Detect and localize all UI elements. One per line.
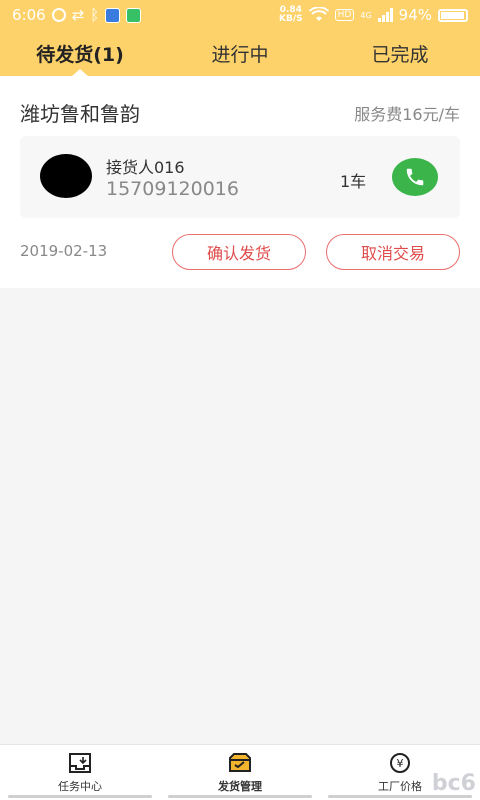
battery-icon <box>438 8 468 22</box>
bottom-nav: 任务中心 发货管理 ¥ 工厂价格 bc6 <box>0 744 480 800</box>
signal-icon <box>377 8 393 22</box>
network-speed: 0.84 KB/S <box>279 5 303 24</box>
tab-in-progress[interactable]: 进行中 <box>160 30 320 76</box>
receiver-name: 接货人016 <box>106 158 185 177</box>
status-time: 6:06 <box>12 6 46 24</box>
battery-percent: 94% <box>398 6 432 24</box>
shield-app-icon <box>105 7 121 23</box>
status-bar: 6:06 ⇄ ᛒ 0.84 KB/S HD 4G 94% <box>0 0 480 30</box>
cancel-transaction-button[interactable]: 取消交易 <box>326 234 460 270</box>
tab-pending-shipment[interactable]: 待发货(1) <box>0 30 160 76</box>
wifi-icon <box>308 7 329 21</box>
order-card: 潍坊鲁和鲁韵 服务费16元/车 接货人016 15709120016 1车 20… <box>0 76 480 288</box>
hd-badge: HD <box>334 9 355 21</box>
bluetooth-icon: ᛒ <box>90 6 100 24</box>
nav-label-shipment-management: 发货管理 <box>218 779 262 793</box>
watermark: bc6 <box>431 771 476 796</box>
sync-icon: ⇄ <box>71 6 85 24</box>
nav-label-factory-price: 工厂价格 <box>378 779 422 793</box>
phone-icon <box>406 168 424 186</box>
yen-icon: ¥ <box>387 752 413 774</box>
company-name: 潍坊鲁和鲁韵 <box>20 102 140 126</box>
order-date: 2019-02-13 <box>20 242 108 260</box>
truck-box-icon <box>227 752 253 774</box>
order-tabs: 待发货(1) 进行中 已完成 <box>0 30 480 76</box>
network-type: 4G <box>360 10 372 20</box>
call-button[interactable] <box>392 158 438 196</box>
tab-completed[interactable]: 已完成 <box>320 30 480 76</box>
receiver-panel: 接货人016 15709120016 1车 <box>20 136 460 218</box>
message-app-icon <box>126 7 142 23</box>
inbox-icon <box>67 752 93 774</box>
confirm-shipment-button[interactable]: 确认发货 <box>172 234 306 270</box>
nav-task-center[interactable]: 任务中心 <box>0 745 160 800</box>
receiver-phone: 15709120016 <box>106 178 239 200</box>
alarm-icon <box>51 8 66 22</box>
avatar <box>40 154 92 198</box>
svg-text:¥: ¥ <box>397 757 404 770</box>
nav-label-task-center: 任务中心 <box>58 779 102 793</box>
nav-shipment-management[interactable]: 发货管理 <box>160 745 320 800</box>
quantity: 1车 <box>340 172 367 191</box>
service-fee: 服务费16元/车 <box>354 104 460 124</box>
